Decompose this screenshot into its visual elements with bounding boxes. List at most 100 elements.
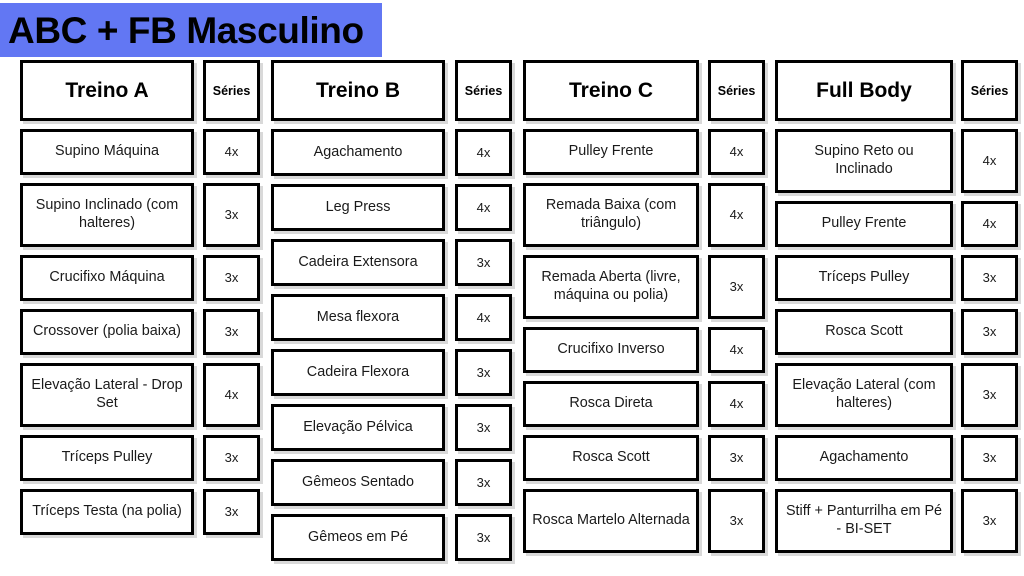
series-cell[interactable]: 3x: [708, 489, 765, 553]
exercise-label: Remada Aberta (livre, máquina ou polia): [541, 269, 681, 303]
column-header-treino-a: Treino A: [20, 60, 194, 121]
exercise-label: Agachamento: [313, 143, 403, 160]
exercise-cell[interactable]: Stiff + Panturrilha em Pé - BI-SET: [775, 489, 953, 553]
exercise-label: Supino Reto ou Inclinado: [814, 143, 914, 177]
exercise-label: Remada Baixa (com triângulo): [545, 197, 677, 231]
series-cell[interactable]: 3x: [961, 489, 1018, 553]
exercise-cell[interactable]: Tríceps Pulley: [20, 435, 194, 481]
series-cell[interactable]: 3x: [203, 255, 260, 301]
series-cell[interactable]: 3x: [203, 435, 260, 481]
series-cell[interactable]: 3x: [961, 255, 1018, 301]
exercise-cell[interactable]: Gêmeos em Pé: [271, 514, 445, 561]
exercise-cell[interactable]: Crossover (polia baixa): [20, 309, 194, 355]
exercise-label: Agachamento: [819, 449, 909, 466]
series-cell[interactable]: 3x: [961, 309, 1018, 355]
series-cell[interactable]: 3x: [455, 514, 512, 561]
series-cell[interactable]: 3x: [203, 183, 260, 247]
exercise-label: Rosca Direta: [569, 395, 653, 412]
series-cell[interactable]: 3x: [455, 404, 512, 451]
series-cell[interactable]: 4x: [203, 129, 260, 175]
series-cell[interactable]: 4x: [455, 129, 512, 176]
exercise-label: Supino Inclinado (com halteres): [35, 197, 179, 231]
series-header-full-body: Séries: [961, 60, 1018, 121]
exercise-cell[interactable]: Rosca Scott: [775, 309, 953, 355]
column-treino-c: Treino C Pulley Frente Remada Baixa (com…: [523, 60, 699, 576]
exercise-cell[interactable]: Remada Baixa (com triângulo): [523, 183, 699, 247]
exercise-cell[interactable]: Rosca Martelo Alternada: [523, 489, 699, 553]
workout-plan-page: ABC + FB Masculino Treino A Supino Máqui…: [0, 0, 1024, 576]
series-cell[interactable]: 4x: [961, 201, 1018, 247]
column-header-treino-c: Treino C: [523, 60, 699, 121]
workout-columns-board: Treino A Supino Máquina Supino Inclinado…: [0, 60, 1024, 576]
series-cell[interactable]: 4x: [708, 327, 765, 373]
exercise-label: Cadeira Extensora: [298, 253, 418, 270]
exercise-label: Leg Press: [325, 198, 391, 215]
series-cell[interactable]: 3x: [203, 489, 260, 535]
exercise-cell[interactable]: Cadeira Flexora: [271, 349, 445, 396]
page-title: ABC + FB Masculino: [8, 9, 364, 51]
exercise-cell[interactable]: Crucifixo Máquina: [20, 255, 194, 301]
series-column-treino-b: Séries 4x 4x 3x 4x 3x 3x 3x 3x: [455, 60, 512, 576]
exercise-label: Pulley Frente: [821, 215, 907, 232]
exercise-label: Crossover (polia baixa): [33, 323, 181, 340]
exercise-label: Crucifixo Máquina: [49, 269, 165, 286]
exercise-label: Rosca Scott: [825, 323, 903, 340]
exercise-label: Mesa flexora: [316, 308, 400, 325]
exercise-label: Crucifixo Inverso: [557, 341, 665, 358]
exercise-label: Stiff + Panturrilha em Pé - BI-SET: [785, 503, 943, 537]
series-cell[interactable]: 4x: [708, 129, 765, 175]
exercise-cell[interactable]: Supino Reto ou Inclinado: [775, 129, 953, 193]
exercise-cell[interactable]: Elevação Lateral - Drop Set: [20, 363, 194, 427]
series-cell[interactable]: 4x: [708, 183, 765, 247]
exercise-cell[interactable]: Agachamento: [775, 435, 953, 481]
exercise-cell[interactable]: Gêmeos Sentado: [271, 459, 445, 506]
exercise-label: Gêmeos em Pé: [308, 528, 408, 545]
exercise-cell[interactable]: Tríceps Pulley: [775, 255, 953, 301]
series-cell[interactable]: 3x: [455, 349, 512, 396]
series-cell[interactable]: 4x: [203, 363, 260, 427]
exercise-label: Rosca Scott: [572, 449, 650, 466]
column-header-full-body: Full Body: [775, 60, 953, 121]
exercise-label: Elevação Pélvica: [303, 418, 413, 435]
exercise-label: Tríceps Pulley: [61, 449, 153, 466]
exercise-label: Pulley Frente: [568, 143, 654, 160]
series-column-full-body: Séries 4x 4x 3x 3x 3x 3x 3x: [961, 60, 1018, 576]
exercise-cell[interactable]: Agachamento: [271, 129, 445, 176]
exercise-cell[interactable]: Rosca Scott: [523, 435, 699, 481]
exercise-cell[interactable]: Crucifixo Inverso: [523, 327, 699, 373]
exercise-label: Elevação Lateral (com halteres): [792, 377, 936, 411]
exercise-cell[interactable]: Leg Press: [271, 184, 445, 231]
title-banner: ABC + FB Masculino: [0, 3, 382, 57]
series-header-treino-a: Séries: [203, 60, 260, 121]
series-column-treino-c: Séries 4x 4x 3x 4x 4x 3x 3x: [708, 60, 765, 576]
series-cell[interactable]: 3x: [708, 435, 765, 481]
exercise-cell[interactable]: Elevação Lateral (com halteres): [775, 363, 953, 427]
exercise-label: Tríceps Testa (na polia): [32, 503, 182, 520]
exercise-cell[interactable]: Cadeira Extensora: [271, 239, 445, 286]
exercise-cell[interactable]: Tríceps Testa (na polia): [20, 489, 194, 535]
series-header-treino-c: Séries: [708, 60, 765, 121]
exercise-cell[interactable]: Supino Máquina: [20, 129, 194, 175]
exercise-label: Cadeira Flexora: [306, 363, 410, 380]
series-cell[interactable]: 3x: [203, 309, 260, 355]
exercise-cell[interactable]: Pulley Frente: [523, 129, 699, 175]
series-cell[interactable]: 3x: [961, 435, 1018, 481]
series-cell[interactable]: 4x: [961, 129, 1018, 193]
series-cell[interactable]: 4x: [455, 184, 512, 231]
exercise-cell[interactable]: Pulley Frente: [775, 201, 953, 247]
exercise-cell[interactable]: Remada Aberta (livre, máquina ou polia): [523, 255, 699, 319]
series-cell[interactable]: 3x: [961, 363, 1018, 427]
series-cell[interactable]: 3x: [455, 459, 512, 506]
exercise-cell[interactable]: Supino Inclinado (com halteres): [20, 183, 194, 247]
exercise-cell[interactable]: Elevação Pélvica: [271, 404, 445, 451]
column-treino-a: Treino A Supino Máquina Supino Inclinado…: [20, 60, 194, 576]
series-header-treino-b: Séries: [455, 60, 512, 121]
exercise-cell[interactable]: Rosca Direta: [523, 381, 699, 427]
exercise-label: Supino Máquina: [54, 143, 159, 160]
column-header-treino-b: Treino B: [271, 60, 445, 121]
exercise-cell[interactable]: Mesa flexora: [271, 294, 445, 341]
series-cell[interactable]: 3x: [455, 239, 512, 286]
series-cell[interactable]: 4x: [708, 381, 765, 427]
series-cell[interactable]: 4x: [455, 294, 512, 341]
series-cell[interactable]: 3x: [708, 255, 765, 319]
